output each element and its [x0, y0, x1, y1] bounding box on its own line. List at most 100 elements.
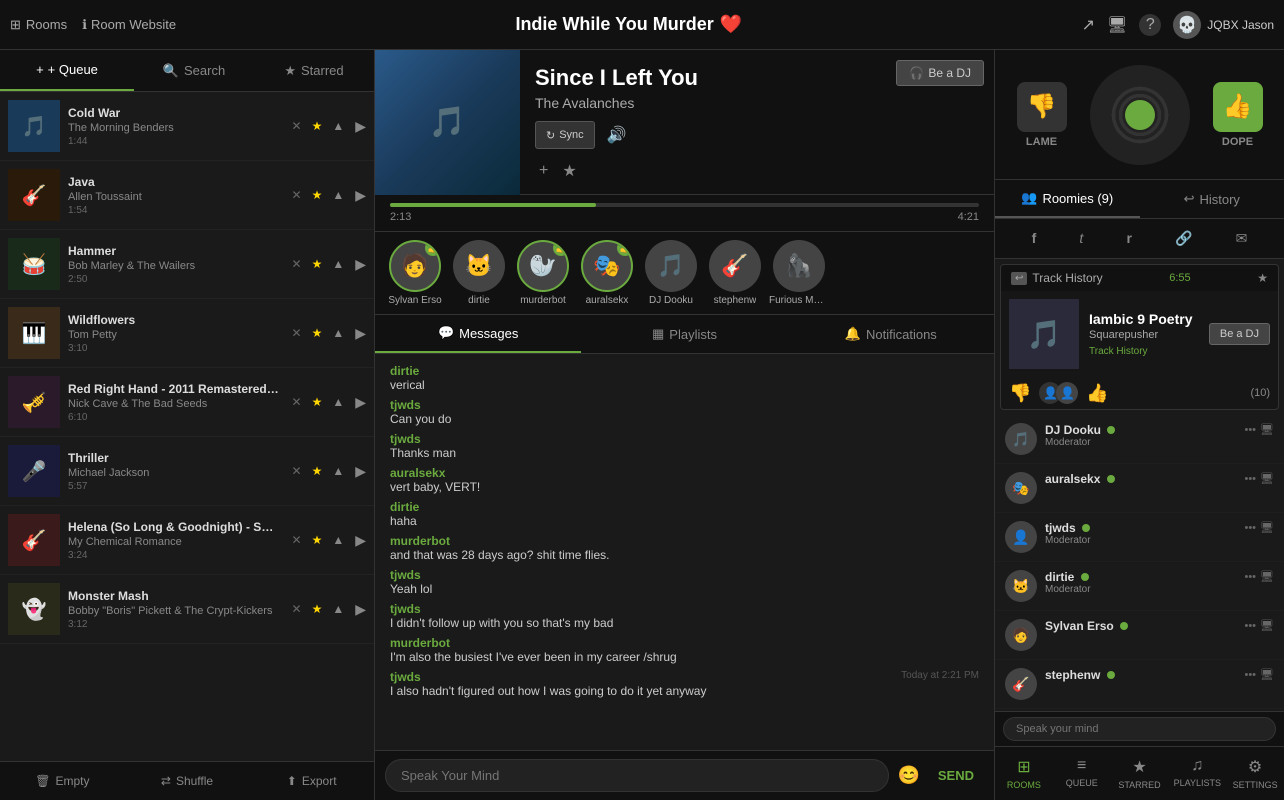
vote-up-history[interactable]: 👍 [1086, 383, 1108, 404]
play-button[interactable]: ▶ [355, 394, 366, 411]
move-up-button[interactable]: ▲ [329, 187, 347, 203]
shuffle-button[interactable]: ⇄ Shuffle [125, 762, 250, 800]
roomie-screen-button[interactable]: 🖥 [1260, 570, 1274, 583]
monitor-icon[interactable]: 🖥 [1107, 15, 1127, 35]
roomie-item[interactable]: 🎵 DJ Dooku Moderator ••• 🖥 [995, 415, 1284, 464]
remove-button[interactable]: ✕ [289, 601, 305, 617]
help-icon[interactable]: ? [1139, 14, 1161, 36]
move-up-button[interactable]: ▲ [329, 463, 347, 479]
emoji-button[interactable]: 😊 [897, 765, 919, 786]
queue-item[interactable]: 🎹 Wildflowers Tom Petty 3:10 ✕ ★ ▲ ▶ [0, 299, 374, 368]
remove-button[interactable]: ✕ [289, 463, 305, 479]
star-history-button[interactable]: ★ [1257, 271, 1268, 285]
move-up-button[interactable]: ▲ [329, 532, 347, 548]
user-avatar-item[interactable]: 🦍 Furious Maxi... [769, 240, 829, 306]
queue-item[interactable]: 👻 Monster Mash Bobby "Boris" Pickett & T… [0, 575, 374, 644]
be-dj-button[interactable]: 🎧 Be a DJ [896, 60, 984, 86]
roomie-screen-button[interactable]: 🖥 [1260, 521, 1274, 534]
queue-item[interactable]: 🎸 Helena (So Long & Goodnight) - So Long… [0, 506, 374, 575]
progress-bar[interactable] [390, 203, 979, 207]
user-avatar-item[interactable]: 🎸 stephenw [705, 240, 765, 306]
play-button[interactable]: ▶ [355, 187, 366, 204]
queue-item[interactable]: 🥁 Hammer Bob Marley & The Wailers 2:50 ✕… [0, 230, 374, 299]
roomie-more-button[interactable]: ••• [1244, 423, 1256, 436]
send-button[interactable]: SEND [928, 762, 984, 789]
twitter-button[interactable]: t [1073, 227, 1089, 250]
roomie-item[interactable]: 🐱 dirtie Moderator ••• 🖥 [995, 562, 1284, 611]
roomies-tab[interactable]: 👥 Roomies (9) [995, 180, 1140, 218]
star-button[interactable]: ★ [309, 463, 326, 479]
roomie-screen-button[interactable]: 🖥 [1260, 472, 1274, 485]
move-up-button[interactable]: ▲ [329, 394, 347, 410]
play-button[interactable]: ▶ [355, 256, 366, 273]
right-nav-playlists[interactable]: ♫ PLAYLISTS [1168, 747, 1226, 800]
right-nav-rooms[interactable]: ⊞ ROOMS [995, 747, 1053, 800]
remove-button[interactable]: ✕ [289, 532, 305, 548]
sync-button[interactable]: ↻ Sync [535, 121, 595, 149]
move-up-button[interactable]: ▲ [329, 325, 347, 341]
right-nav-queue[interactable]: ≡ QUEUE [1053, 747, 1111, 800]
link-button[interactable]: 🔗 [1169, 227, 1198, 250]
notifications-tab[interactable]: 🔔 Notifications [788, 315, 994, 353]
roomie-more-button[interactable]: ••• [1244, 619, 1256, 632]
right-chat-input[interactable] [1003, 717, 1276, 741]
search-tab[interactable]: 🔍 Search [134, 50, 254, 91]
queue-add-tab[interactable]: + + Queue [0, 50, 134, 91]
user-avatar-item[interactable]: 🦭 👍 murderbot [513, 240, 573, 306]
roomie-screen-button[interactable]: 🖥 [1260, 619, 1274, 632]
chat-input[interactable] [385, 759, 889, 792]
roomie-item[interactable]: 🎭 auralsekx ••• 🖥 [995, 464, 1284, 513]
roomie-screen-button[interactable]: 🖥 [1260, 668, 1274, 681]
queue-item[interactable]: 🎤 Thriller Michael Jackson 5:57 ✕ ★ ▲ ▶ [0, 437, 374, 506]
roomie-item[interactable]: 👤 tjwds Moderator ••• 🖥 [995, 513, 1284, 562]
play-button[interactable]: ▶ [355, 463, 366, 480]
history-tab[interactable]: ↩ History [1140, 180, 1284, 218]
move-up-button[interactable]: ▲ [329, 601, 347, 617]
move-up-button[interactable]: ▲ [329, 256, 347, 272]
dope-button[interactable]: 👍 DOPE [1213, 82, 1263, 148]
play-button[interactable]: ▶ [355, 118, 366, 135]
facebook-button[interactable]: f [1026, 227, 1043, 250]
play-button[interactable]: ▶ [355, 325, 366, 342]
room-website-button[interactable]: ℹ Room Website [82, 17, 176, 33]
star-button[interactable]: ★ [309, 256, 326, 272]
play-button[interactable]: ▶ [355, 532, 366, 549]
roomie-more-button[interactable]: ••• [1244, 521, 1256, 534]
export-button[interactable]: ⬆ Export [249, 762, 374, 800]
star-button[interactable]: ★ [309, 118, 326, 134]
roomie-more-button[interactable]: ••• [1244, 472, 1256, 485]
star-button[interactable]: ★ [309, 187, 326, 203]
queue-item[interactable]: 🎸 Java Allen Toussaint 1:54 ✕ ★ ▲ ▶ [0, 161, 374, 230]
queue-item[interactable]: 🎺 Red Right Hand - 2011 Remastered Versi… [0, 368, 374, 437]
empty-button[interactable]: 🗑 Empty [0, 762, 125, 800]
email-button[interactable]: ✉ [1230, 227, 1254, 250]
reddit-button[interactable]: r [1120, 227, 1137, 250]
user-profile[interactable]: 💀 JQBX Jason [1173, 11, 1274, 39]
playlists-tab[interactable]: ▦ Playlists [581, 315, 787, 353]
be-dj-history-button[interactable]: Be a DJ [1209, 323, 1270, 345]
user-avatar-item[interactable]: 🎵 DJ Dooku [641, 240, 701, 306]
user-avatar-item[interactable]: 🧑 👍 Sylvan Erso [385, 240, 445, 306]
roomie-item[interactable]: 🎸 stephenw ••• 🖥 [995, 660, 1284, 709]
right-nav-starred[interactable]: ★ STARRED [1111, 747, 1169, 800]
move-up-button[interactable]: ▲ [329, 118, 347, 134]
vote-down-history[interactable]: 👎 [1009, 383, 1031, 404]
user-avatar-item[interactable]: 🐱 dirtie [449, 240, 509, 306]
lame-button[interactable]: 👎 LAME [1017, 82, 1067, 148]
star-button[interactable]: ★ [309, 325, 326, 341]
star-button[interactable]: ★ [309, 532, 326, 548]
add-to-queue-button[interactable]: + [535, 157, 552, 185]
volume-icon[interactable]: 🔊 [603, 121, 631, 149]
roomie-item[interactable]: 🧑 Sylvan Erso ••• 🖥 [995, 611, 1284, 660]
remove-button[interactable]: ✕ [289, 325, 305, 341]
remove-button[interactable]: ✕ [289, 118, 305, 134]
starred-tab[interactable]: ★ Starred [254, 50, 374, 91]
right-nav-settings[interactable]: ⚙ SETTINGS [1226, 747, 1284, 800]
messages-tab[interactable]: 💬 Messages [375, 315, 581, 353]
user-avatar-item[interactable]: 🎭 👍 auralsekx [577, 240, 637, 306]
roomie-more-button[interactable]: ••• [1244, 668, 1256, 681]
remove-button[interactable]: ✕ [289, 256, 305, 272]
share-icon[interactable]: ↗ [1082, 15, 1095, 35]
rooms-button[interactable]: ⊞ Rooms [10, 17, 67, 33]
play-button[interactable]: ▶ [355, 601, 366, 618]
